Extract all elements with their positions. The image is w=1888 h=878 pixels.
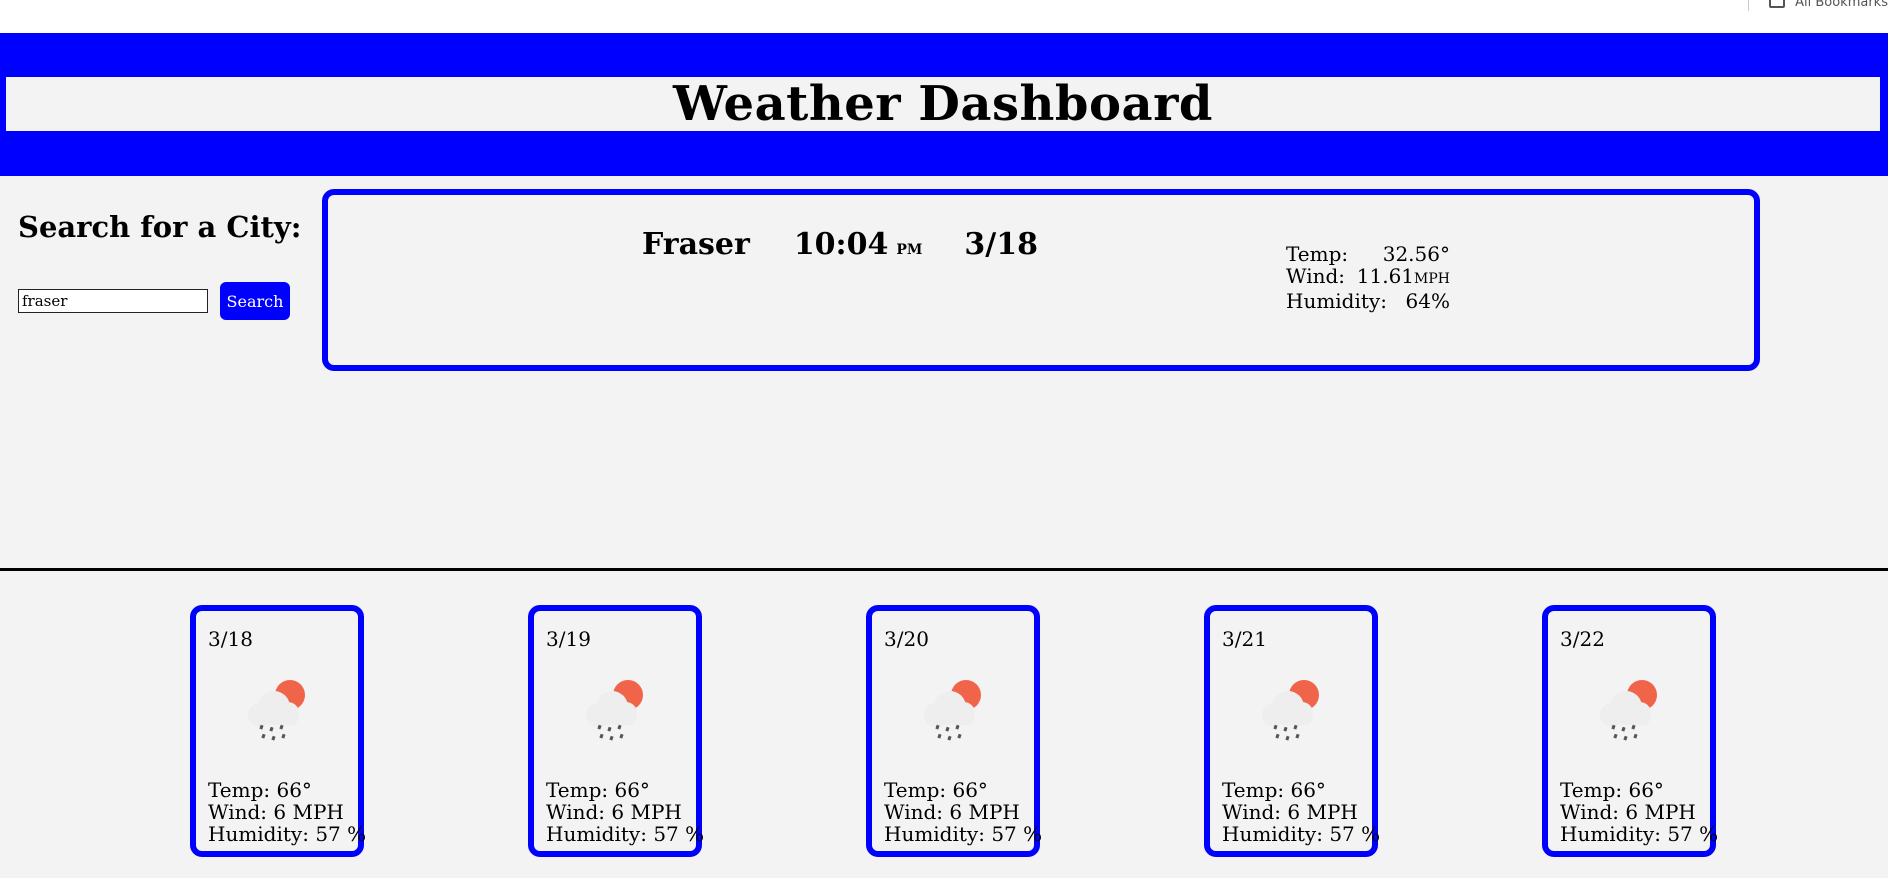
forecast-humidity: Humidity: 57 % [1222, 822, 1381, 846]
current-weather-header: Fraser 10:04 PM 3/18 [642, 227, 1038, 262]
forecast-stats: Temp: 66° Wind: 6 MPH Humidity: 57 % [884, 779, 1042, 845]
current-wind-row: Wind: 11.61MPH [1286, 265, 1450, 290]
forecast-wind: Wind: 6 MPH [208, 800, 344, 824]
folder-icon [1769, 0, 1786, 8]
rain-cloud-sun-icon [924, 680, 981, 741]
current-stats: Temp: 32.56° Wind: 11.61MPH Humidity: 64… [1286, 243, 1450, 312]
rain-cloud-sun-icon [1262, 680, 1319, 741]
city-search-input[interactable] [18, 289, 208, 313]
current-temp-row: Temp: 32.56° [1286, 243, 1450, 265]
forecast-date: 3/18 [208, 627, 253, 651]
rain-cloud-sun-icon [248, 680, 305, 741]
current-humidity-row: Humidity: 64% [1286, 290, 1450, 312]
forecast-temp: Temp: 66° [546, 778, 650, 802]
forecast-date: 3/20 [884, 627, 929, 651]
forecast-stats: Temp: 66° Wind: 6 MPH Humidity: 57 % [208, 779, 366, 845]
wind-value-group: 11.61MPH [1357, 265, 1450, 290]
forecast-date: 3/21 [1222, 627, 1267, 651]
page-title: Weather Dashboard [673, 76, 1213, 132]
forecast-stats: Temp: 66° Wind: 6 MPH Humidity: 57 % [1222, 779, 1380, 845]
wind-value: 11.61 [1356, 264, 1415, 288]
forecast-temp: Temp: 66° [1560, 778, 1664, 802]
all-bookmarks-label: All Bookmarks [1795, 0, 1888, 10]
title-band: Weather Dashboard [6, 76, 1880, 132]
wind-unit: MPH [1414, 271, 1450, 287]
forecast-card: 3/21 Temp: 66° Wind: 6 MPH Humidity: 57 … [1204, 605, 1380, 857]
current-city: Fraser [642, 227, 750, 262]
forecast-stats: Temp: 66° Wind: 6 MPH Humidity: 57 % [1560, 779, 1718, 845]
forecast-stats: Temp: 66° Wind: 6 MPH Humidity: 57 % [546, 779, 704, 845]
forecast-card: 3/20 Temp: 66° Wind: 6 MPH Humidity: 57 … [866, 605, 1042, 857]
forecast-card: 3/18 Temp: 66° Wind: 6 MPH Humidity: 57 … [190, 605, 366, 857]
forecast-temp: Temp: 66° [1222, 778, 1326, 802]
forecast-date: 3/19 [546, 627, 591, 651]
search-heading: Search for a City: [18, 210, 302, 244]
forecast-humidity: Humidity: 57 % [208, 822, 367, 846]
browser-bookmarks-bar: All Bookmarks [0, 0, 1888, 33]
forecast-temp: Temp: 66° [884, 778, 988, 802]
temp-label: Temp: [1286, 242, 1349, 266]
forecast-humidity: Humidity: 57 % [884, 822, 1043, 846]
forecast-humidity: Humidity: 57 % [1560, 822, 1719, 846]
temp-value: 32.56° [1382, 242, 1450, 266]
forecast-date: 3/22 [1560, 627, 1605, 651]
forecast-wind: Wind: 6 MPH [1222, 800, 1358, 824]
page-header: Weather Dashboard [0, 33, 1888, 176]
bookmarks-separator [1748, 0, 1750, 11]
forecast-card: 3/22 Temp: 66° Wind: 6 MPH Humidity: 57 … [1542, 605, 1718, 857]
rain-cloud-sun-icon [1600, 680, 1657, 741]
forecast-wind: Wind: 6 MPH [1560, 800, 1696, 824]
current-weather-card: Fraser 10:04 PM 3/18 Temp: 32.56° Wind: … [322, 189, 1760, 371]
current-time: 10:04 [793, 227, 889, 262]
humidity-label: Humidity: [1286, 289, 1387, 313]
section-divider [0, 568, 1888, 571]
search-button[interactable]: Search [220, 282, 290, 320]
search-row: Search [18, 282, 290, 320]
forecast-temp: Temp: 66° [208, 778, 312, 802]
current-date: 3/18 [964, 227, 1039, 262]
forecast-wind: Wind: 6 MPH [546, 800, 682, 824]
forecast-wind: Wind: 6 MPH [884, 800, 1020, 824]
current-ampm: PM [896, 242, 923, 258]
search-panel: Search for a City: Search [18, 210, 308, 320]
forecast-humidity: Humidity: 57 % [546, 822, 705, 846]
forecast-card: 3/19 Temp: 66° Wind: 6 MPH Humidity: 57 … [528, 605, 704, 857]
all-bookmarks-button[interactable]: All Bookmarks [1748, 0, 1888, 12]
humidity-value: 64% [1405, 289, 1450, 313]
wind-label: Wind: [1286, 264, 1346, 288]
rain-cloud-sun-icon [586, 680, 643, 741]
